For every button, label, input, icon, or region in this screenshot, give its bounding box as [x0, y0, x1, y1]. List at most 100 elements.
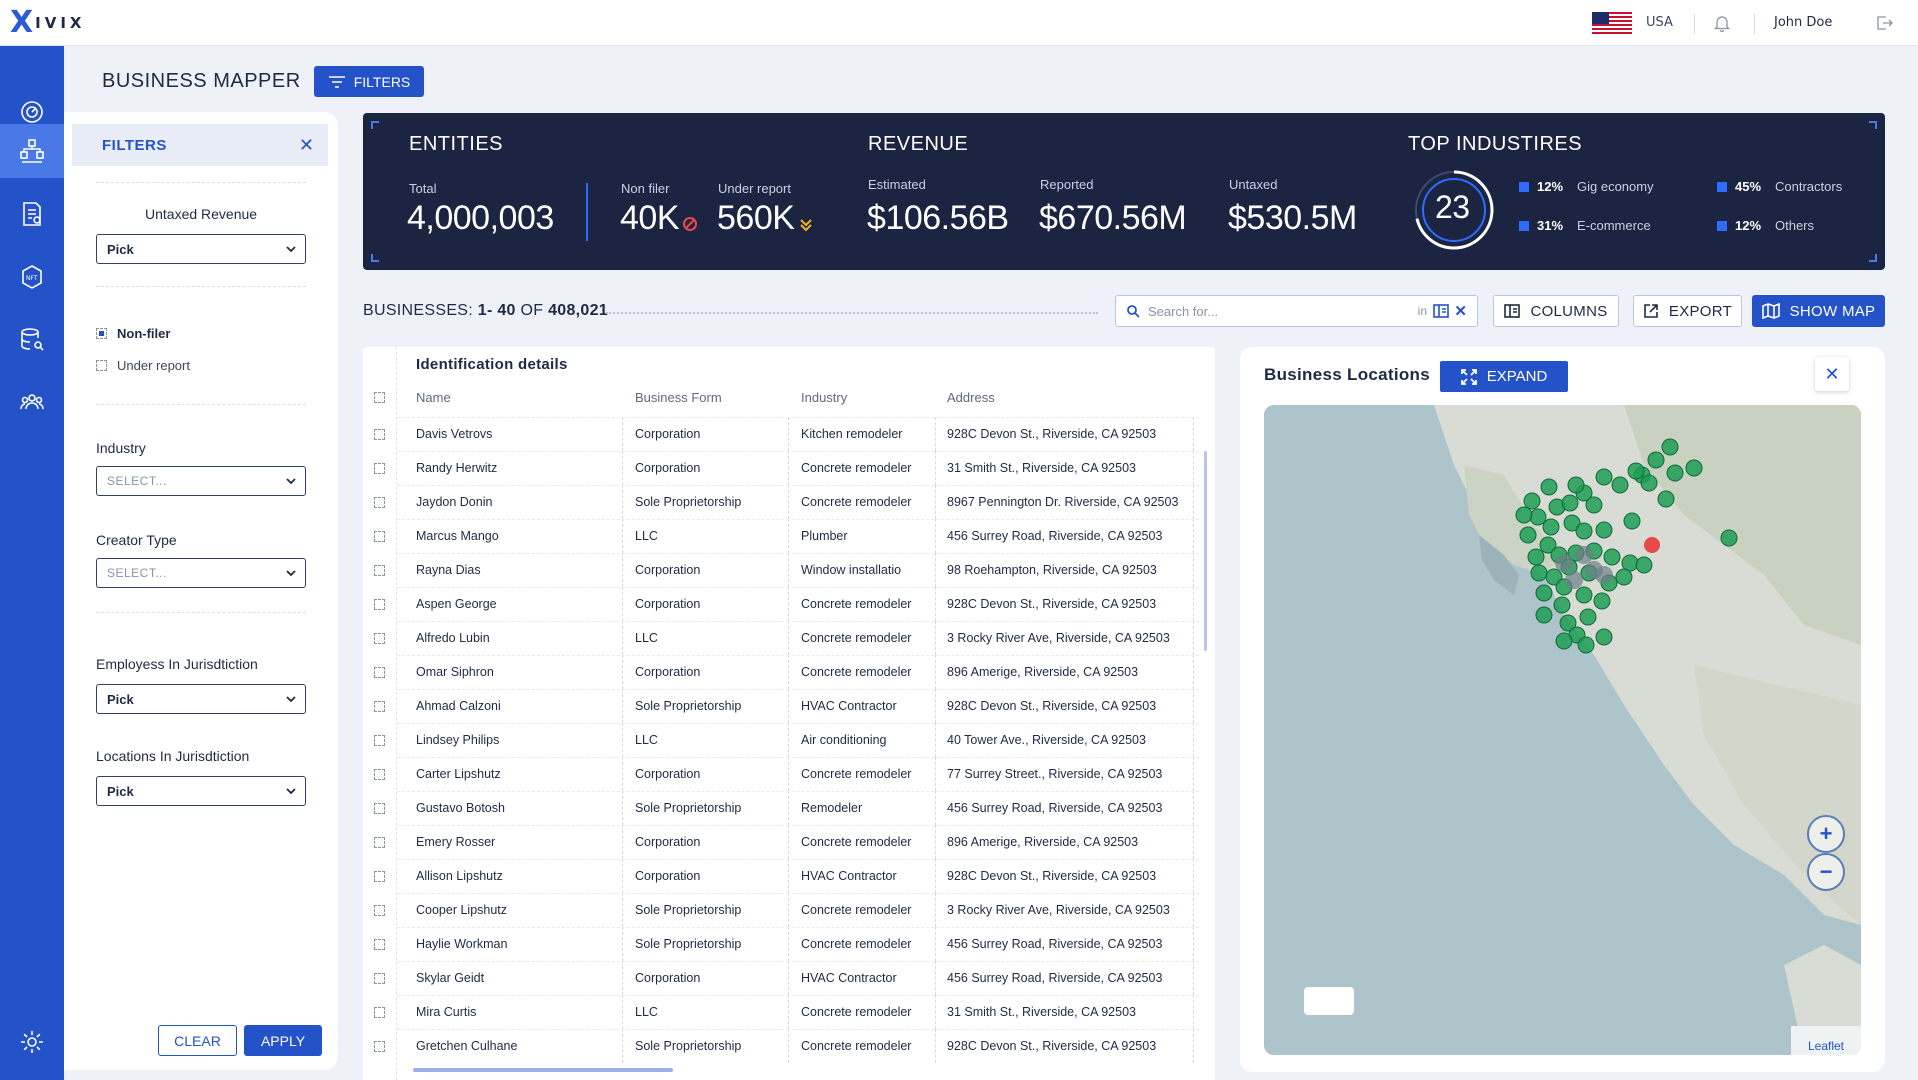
row-checkbox[interactable]: [374, 463, 385, 474]
table-row[interactable]: Skylar Geidt Corporation HVAC Contractor 45…: [363, 961, 1199, 995]
row-checkbox[interactable]: [374, 497, 385, 508]
map-marker[interactable]: [1595, 521, 1613, 539]
table-row[interactable]: Alfredo Lubin LLC Concrete remodeler 3 Rock…: [363, 621, 1199, 655]
user-name[interactable]: John Doe: [1774, 15, 1832, 30]
column-header-address[interactable]: Address: [947, 390, 995, 405]
nav-business-mapper[interactable]: [0, 124, 64, 178]
horizontal-scrollbar[interactable]: [413, 1068, 673, 1072]
table-row[interactable]: Omar Siphron Corporation Concrete remodele…: [363, 655, 1199, 689]
map-marker[interactable]: [1595, 468, 1613, 486]
map-marker[interactable]: [1527, 548, 1545, 566]
map-marker[interactable]: [1535, 606, 1553, 624]
expand-button[interactable]: EXPAND: [1440, 361, 1568, 392]
map-marker[interactable]: [1530, 564, 1548, 582]
clear-button[interactable]: CLEAR: [158, 1025, 237, 1056]
map-cluster[interactable]: [1575, 546, 1593, 564]
map-attribution[interactable]: Leaflet: [1791, 1026, 1861, 1055]
columns-button[interactable]: COLUMNS: [1493, 295, 1619, 327]
row-checkbox[interactable]: [374, 871, 385, 882]
untaxed-revenue-select[interactable]: Pick: [96, 234, 306, 264]
map-marker[interactable]: [1595, 628, 1613, 646]
map-marker[interactable]: [1657, 490, 1675, 508]
table-row[interactable]: Lindsey Philips LLC Air conditioning 40 Tow…: [363, 723, 1199, 757]
apply-button[interactable]: APPLY: [244, 1025, 322, 1056]
table-row[interactable]: Emery Rosser Corporation Concrete remodele…: [363, 825, 1199, 859]
map-marker[interactable]: [1567, 476, 1585, 494]
column-scope-icon[interactable]: [1433, 304, 1449, 318]
locations-select[interactable]: Pick: [96, 776, 306, 806]
map-cluster[interactable]: [1565, 571, 1583, 589]
bell-icon[interactable]: [1712, 13, 1732, 33]
map-marker[interactable]: [1623, 512, 1641, 530]
row-checkbox[interactable]: [374, 1041, 385, 1052]
map-marker[interactable]: [1542, 518, 1560, 536]
column-header-business-form[interactable]: Business Form: [635, 390, 722, 405]
map-marker[interactable]: [1519, 526, 1537, 544]
map-marker[interactable]: [1635, 556, 1653, 574]
row-checkbox[interactable]: [374, 565, 385, 576]
row-checkbox[interactable]: [374, 939, 385, 950]
row-checkbox[interactable]: [374, 429, 385, 440]
map-marker[interactable]: [1555, 632, 1573, 650]
map-marker[interactable]: [1640, 474, 1658, 492]
zoom-in-button[interactable]: +: [1807, 815, 1845, 853]
map-cluster[interactable]: [1595, 566, 1613, 584]
nav-nft[interactable]: NFT: [0, 251, 64, 303]
zoom-out-button[interactable]: −: [1807, 853, 1845, 891]
clear-search-icon[interactable]: ✕: [1454, 302, 1467, 320]
nav-people[interactable]: [0, 376, 64, 428]
row-checkbox[interactable]: [374, 1007, 385, 1018]
table-row[interactable]: Randy Herwitz Corporation Concrete remodel…: [363, 451, 1199, 485]
nav-reports[interactable]: [0, 188, 64, 240]
table-row[interactable]: Jaydon Donin Sole Proprietorship Concrete …: [363, 485, 1199, 519]
table-row[interactable]: Allison Lipshutz Corporation HVAC Contract…: [363, 859, 1199, 893]
search-input[interactable]: Search for... in ✕: [1115, 295, 1478, 327]
row-checkbox[interactable]: [374, 803, 385, 814]
checkbox-checked[interactable]: [96, 328, 107, 339]
map-marker[interactable]: [1523, 492, 1541, 510]
map-marker[interactable]: [1603, 548, 1621, 566]
row-checkbox[interactable]: [374, 667, 385, 678]
checkbox-unchecked[interactable]: [96, 360, 107, 371]
export-button[interactable]: EXPORT: [1633, 295, 1742, 327]
table-row[interactable]: Carter Lipshutz Corporation Concrete remod…: [363, 757, 1199, 791]
map-marker[interactable]: [1575, 586, 1593, 604]
table-row[interactable]: Mira Curtis LLC Concrete remodeler 31 Smith…: [363, 995, 1199, 1029]
map-marker[interactable]: [1585, 496, 1603, 514]
map-marker[interactable]: [1661, 438, 1679, 456]
row-checkbox[interactable]: [374, 973, 385, 984]
show-map-button[interactable]: SHOW MAP: [1752, 295, 1885, 327]
map-marker[interactable]: [1553, 596, 1571, 614]
row-checkbox[interactable]: [374, 633, 385, 644]
map-marker[interactable]: [1647, 451, 1665, 469]
map-marker[interactable]: [1561, 494, 1579, 512]
close-icon[interactable]: ✕: [299, 135, 314, 156]
table-row[interactable]: Cooper Lipshutz Sole Proprietorship Concre…: [363, 893, 1199, 927]
map-marker[interactable]: [1515, 506, 1533, 524]
row-checkbox[interactable]: [374, 599, 385, 610]
row-checkbox[interactable]: [374, 735, 385, 746]
row-checkbox[interactable]: [374, 531, 385, 542]
us-flag-icon[interactable]: [1592, 12, 1632, 36]
map-cluster[interactable]: [1555, 554, 1573, 572]
select-all-checkbox[interactable]: [374, 392, 385, 403]
nonfiler-checkbox[interactable]: Non-filer: [96, 326, 170, 341]
map-marker[interactable]: [1577, 636, 1595, 654]
map-marker[interactable]: [1535, 584, 1553, 602]
map-view[interactable]: + − Leaflet: [1264, 405, 1861, 1055]
map-marker[interactable]: [1666, 464, 1684, 482]
filters-toggle-button[interactable]: FILTERS: [314, 66, 424, 97]
close-icon[interactable]: ✕: [1815, 357, 1849, 391]
map-marker-highlighted[interactable]: [1644, 537, 1660, 553]
country-label[interactable]: USA: [1646, 15, 1673, 30]
map-marker[interactable]: [1627, 462, 1645, 480]
employees-select[interactable]: Pick: [96, 684, 306, 714]
row-checkbox[interactable]: [374, 837, 385, 848]
app-logo[interactable]: X IVIX: [10, 8, 85, 38]
map-marker[interactable]: [1615, 568, 1633, 586]
map-marker[interactable]: [1540, 478, 1558, 496]
vertical-scrollbar[interactable]: [1204, 451, 1207, 651]
column-header-name[interactable]: Name: [416, 390, 451, 405]
table-row[interactable]: Marcus Mango LLC Plumber 456 Surrey Road, R…: [363, 519, 1199, 553]
table-row[interactable]: Haylie Workman Sole Proprietorship Concret…: [363, 927, 1199, 961]
